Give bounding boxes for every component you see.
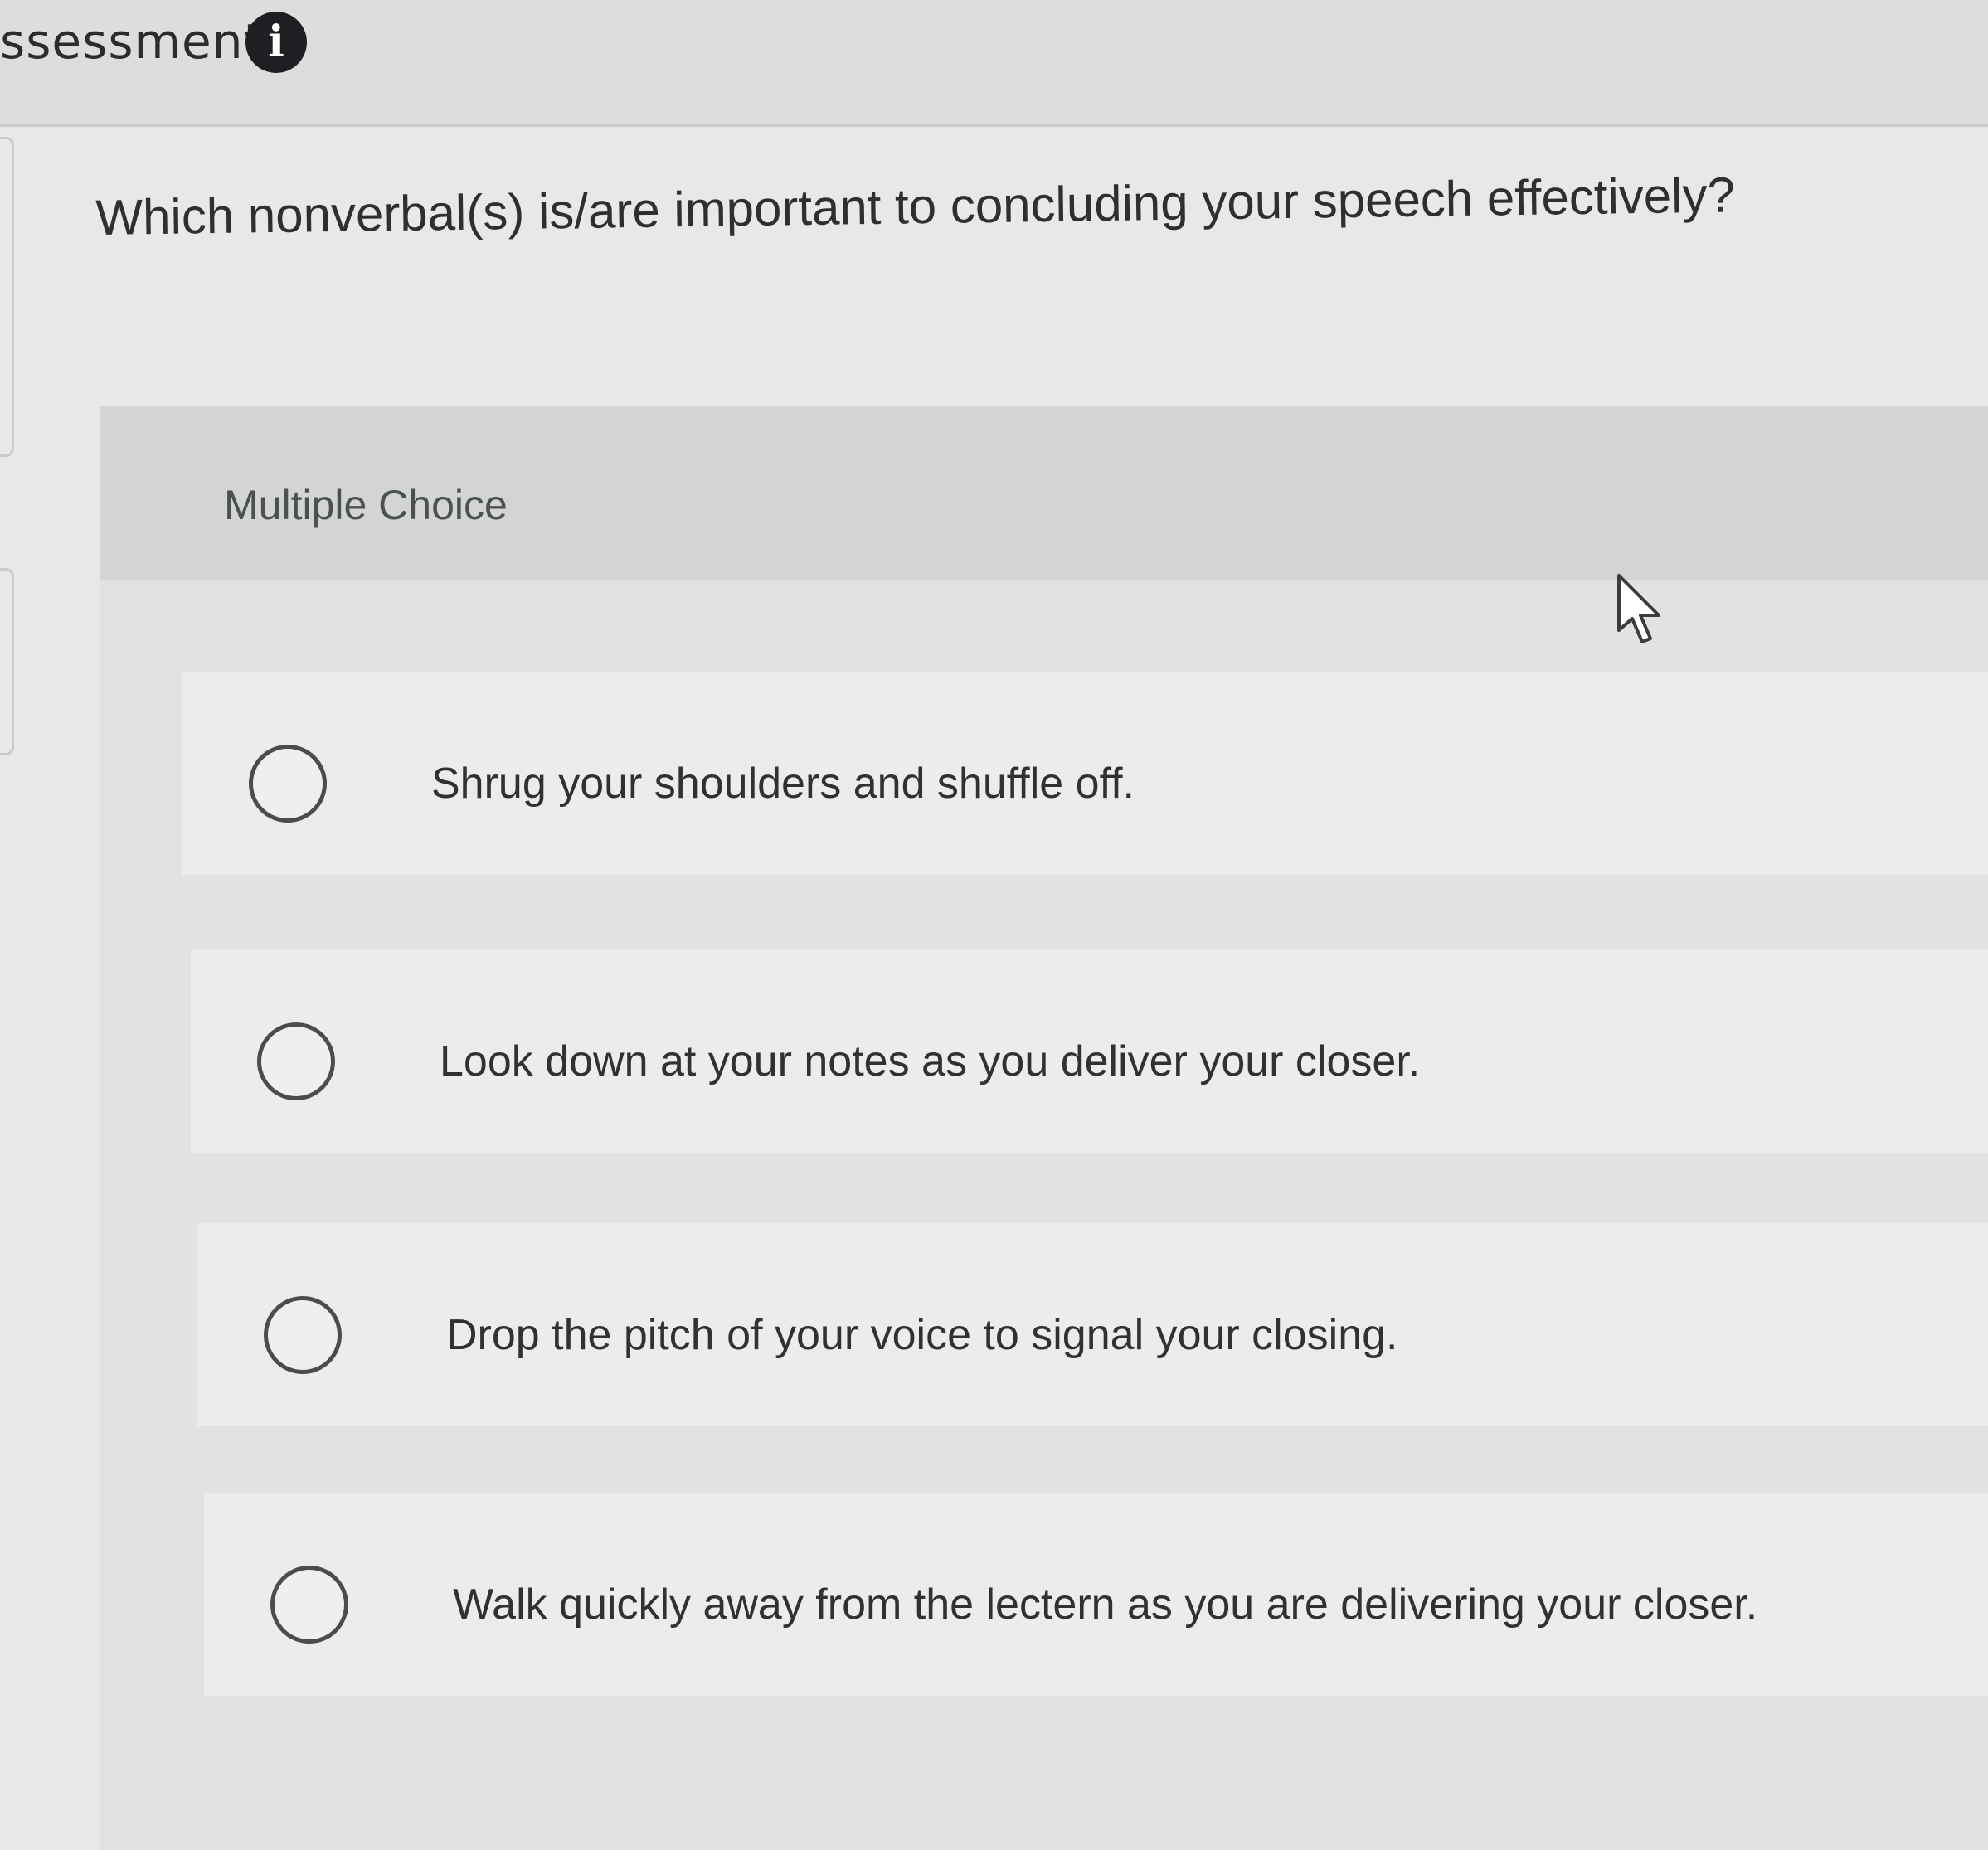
- left-frame-edge: [0, 568, 14, 755]
- top-bar: ssessment i: [0, 0, 1988, 127]
- radio-button[interactable]: [270, 1566, 348, 1644]
- answer-panel: Multiple Choice Shrug your shoulders and…: [100, 406, 1988, 1850]
- radio-button[interactable]: [264, 1296, 342, 1374]
- answer-panel-header: Multiple Choice: [100, 406, 1988, 580]
- answer-option-label[interactable]: Look down at your notes as you deliver y…: [440, 1037, 1420, 1086]
- question-type-label: Multiple Choice: [224, 482, 508, 528]
- radio-button[interactable]: [249, 745, 327, 823]
- answer-option-2[interactable]: Look down at your notes as you deliver y…: [191, 949, 1988, 1153]
- answer-option-1[interactable]: Shrug your shoulders and shuffle off.: [182, 672, 1988, 875]
- answer-option-label[interactable]: Drop the pitch of your voice to signal y…: [446, 1310, 1397, 1360]
- question-text: Which nonverbal(s) is/are important to c…: [95, 167, 1736, 245]
- page-title: ssessment: [0, 13, 264, 70]
- answer-option-4[interactable]: Walk quickly away from the lectern as yo…: [204, 1493, 1988, 1696]
- answer-option-label[interactable]: Walk quickly away from the lectern as yo…: [453, 1580, 1757, 1629]
- radio-button[interactable]: [257, 1022, 335, 1100]
- left-frame-edge: [0, 137, 14, 457]
- answer-option-3[interactable]: Drop the pitch of your voice to signal y…: [197, 1223, 1988, 1426]
- info-icon[interactable]: i: [245, 12, 307, 73]
- mouse-pointer-icon: [1617, 574, 1660, 643]
- answer-option-label[interactable]: Shrug your shoulders and shuffle off.: [431, 759, 1135, 808]
